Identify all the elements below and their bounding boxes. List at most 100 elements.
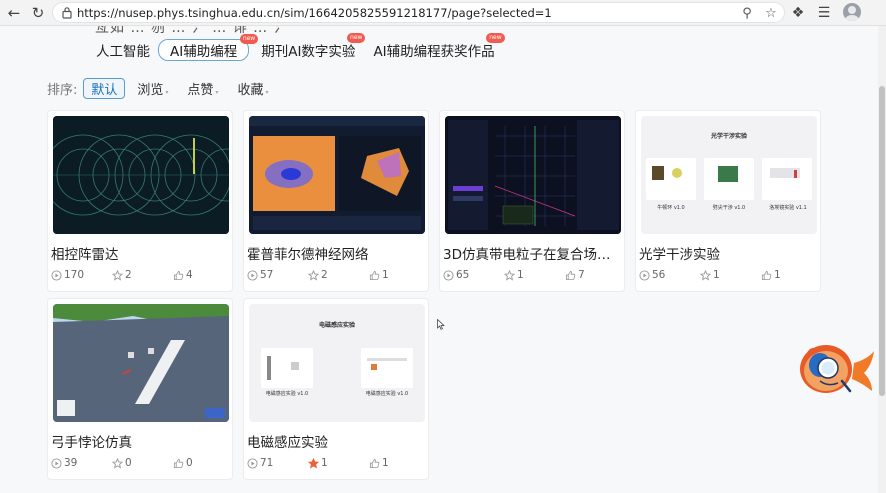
fav-count[interactable]: 1 <box>369 269 389 281</box>
star-icon[interactable] <box>700 269 711 281</box>
site-info-icon[interactable] <box>61 6 73 19</box>
sim-card-optics[interactable]: 光学干涉实验 牛顿环 v1.0 劈尖干涉 v1.0 洛埃镜实验 v1.1 光学干… <box>635 110 821 292</box>
fav-count-value: 1 <box>382 457 389 469</box>
play-icon <box>247 457 258 469</box>
card-thumbnail[interactable] <box>53 116 229 234</box>
like-count[interactable]: 0 <box>112 457 132 469</box>
like-count[interactable]: 1 <box>504 269 524 281</box>
zoom-icon[interactable]: ⚲ <box>739 5 755 21</box>
view-count-value: 71 <box>260 457 274 469</box>
star-icon[interactable] <box>112 457 123 469</box>
category-ai-programming[interactable]: AI辅助编程 new <box>158 34 259 61</box>
card-thumbnail[interactable] <box>53 304 229 422</box>
sort-views[interactable]: 浏览 ▾ <box>137 79 168 98</box>
reload-icon[interactable]: ↻ <box>28 3 48 23</box>
profile-avatar[interactable] <box>843 3 861 21</box>
fav-count[interactable]: 0 <box>173 457 193 469</box>
card-stats: 65 1 7 <box>442 269 622 283</box>
like-count[interactable]: 2 <box>112 269 132 281</box>
category-journal-ai[interactable]: 期刊AI数字实验 new <box>261 33 366 61</box>
ai-assistant-mascot-icon[interactable] <box>798 341 876 397</box>
bookmark-star-icon[interactable]: ☆ <box>763 5 779 21</box>
sort-favorites[interactable]: 收藏 ▾ <box>237 79 268 98</box>
em-preview-title: 电磁感应实验 <box>318 322 355 329</box>
view-count-value: 57 <box>260 269 274 281</box>
optics-preview-label: 洛埃镜实验 v1.1 <box>769 205 807 211</box>
back-icon[interactable]: ← <box>4 3 24 23</box>
optics-preview-label: 劈尖干涉 v1.0 <box>712 205 746 211</box>
like-count[interactable]: 1 <box>700 269 720 281</box>
star-icon[interactable] <box>308 269 319 281</box>
like-count-value: 2 <box>125 269 132 281</box>
card-title[interactable]: 相控阵雷达 <box>51 243 231 263</box>
card-title[interactable]: 电磁感应实验 <box>247 431 427 451</box>
fav-count[interactable]: 4 <box>173 269 193 281</box>
thumbs-up-icon[interactable] <box>369 458 380 469</box>
like-count-value: 1 <box>321 457 328 469</box>
sim-card-em-induction[interactable]: 电磁感应实验 电磁感应实验 v1.0 电磁感应实验 v1.0 电磁感应实验 71… <box>243 298 429 480</box>
play-icon <box>443 269 454 281</box>
like-count[interactable]: 2 <box>308 269 328 281</box>
sim-card-archer[interactable]: 弓手悖论仿真 39 0 0 <box>47 298 233 480</box>
fav-count-value: 4 <box>186 269 193 281</box>
category-ai[interactable]: 人工智能 <box>96 39 150 61</box>
thumbs-up-icon[interactable] <box>565 270 576 281</box>
top-nav-cutoff: 亙如 … 刎 … 氵 … 诽 … 氵 <box>95 26 289 36</box>
sort-likes[interactable]: 点赞 ▾ <box>187 79 218 98</box>
card-thumbnail[interactable] <box>249 116 425 234</box>
favorites-icon[interactable]: ☰ <box>814 3 834 23</box>
thumbs-up-icon[interactable] <box>173 458 184 469</box>
sort-label: 排序: <box>47 83 78 98</box>
category-label: AI辅助编程获奖作品 <box>373 44 495 60</box>
fav-count-value: 1 <box>774 269 781 281</box>
optics-preview-item <box>646 158 696 200</box>
fav-count[interactable]: 1 <box>761 269 781 281</box>
sort-default[interactable]: 默认 <box>83 78 126 99</box>
thumbs-up-icon[interactable] <box>761 270 772 281</box>
view-count: 57 <box>247 269 273 281</box>
card-thumbnail[interactable]: 光学干涉实验 牛顿环 v1.0 劈尖干涉 v1.0 洛埃镜实验 v1.1 <box>641 116 817 234</box>
scrollbar-thumb[interactable] <box>879 86 885 396</box>
card-thumbnail[interactable] <box>445 116 621 234</box>
sim-card-phased-array[interactable]: 相控阵雷达 170 2 4 <box>47 110 233 292</box>
star-filled-icon[interactable] <box>308 457 319 469</box>
thumbs-up-icon[interactable] <box>173 270 184 281</box>
fav-count[interactable]: 1 <box>369 457 389 469</box>
optics-preview-img <box>652 166 664 180</box>
category-label: AI辅助编程 <box>170 44 238 60</box>
like-count[interactable]: 1 <box>308 457 328 469</box>
archer-preview <box>53 304 229 422</box>
category-ai-awards[interactable]: AI辅助编程获奖作品 new <box>373 33 505 61</box>
sim-card-hopfield[interactable]: 霍普菲尔德神经网络 57 2 1 <box>243 110 429 292</box>
view-count: 65 <box>443 269 469 281</box>
play-icon <box>639 269 650 281</box>
sim-card-3d-particle[interactable]: 3D仿真带电粒子在复合场中的... 65 1 7 <box>439 110 625 292</box>
card-title[interactable]: 3D仿真带电粒子在复合场中的... <box>443 243 623 263</box>
card-title[interactable]: 弓手悖论仿真 <box>51 431 231 451</box>
like-count-value: 1 <box>517 269 524 281</box>
star-icon[interactable] <box>112 269 123 281</box>
sort-likes-label: 点赞 <box>187 83 214 98</box>
fav-count-value: 7 <box>578 269 585 281</box>
optics-preview-item <box>704 158 754 200</box>
extensions-icon[interactable]: ❖ <box>788 3 808 23</box>
like-count-value: 2 <box>321 269 328 281</box>
card-title[interactable]: 霍普菲尔德神经网络 <box>247 243 427 263</box>
card-stats: 170 2 4 <box>50 269 230 283</box>
card-stats: 57 2 1 <box>246 269 426 283</box>
new-badge: new <box>347 33 366 43</box>
thumbs-up-icon[interactable] <box>369 270 380 281</box>
url-text[interactable]: https://nusep.phys.tsinghua.edu.cn/sim/1… <box>77 6 552 20</box>
view-count-value: 56 <box>652 269 666 281</box>
address-bar[interactable]: https://nusep.phys.tsinghua.edu.cn/sim/1… <box>52 2 785 23</box>
page-scrollbar[interactable] <box>878 26 886 493</box>
hopfield-preview <box>249 116 425 234</box>
fav-count[interactable]: 7 <box>565 269 585 281</box>
fav-count-value: 0 <box>186 457 193 469</box>
card-thumbnail[interactable]: 电磁感应实验 电磁感应实验 v1.0 电磁感应实验 v1.0 <box>249 304 425 422</box>
star-icon[interactable] <box>504 269 515 281</box>
sort-arrow-icon: ▾ <box>165 89 169 96</box>
card-title[interactable]: 光学干涉实验 <box>639 243 819 263</box>
optics-preview-img <box>794 170 797 178</box>
play-icon <box>51 269 62 281</box>
